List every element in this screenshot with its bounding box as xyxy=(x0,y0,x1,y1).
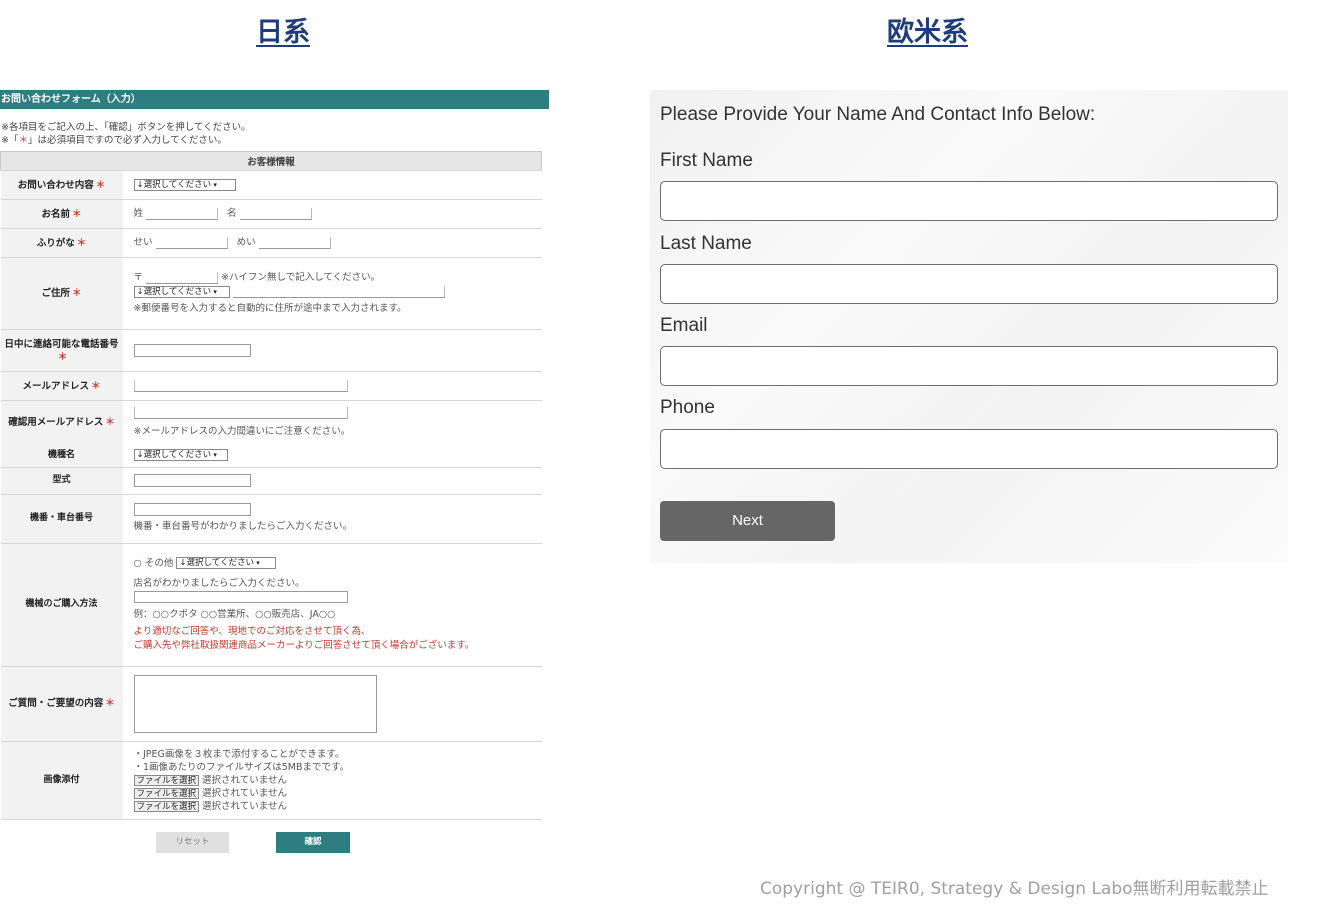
heading-japanese: 日系 xyxy=(256,17,310,48)
table-row: 機番・車台番号 機番・車台番号がわかりましたらご入力ください。 xyxy=(0,494,542,544)
purchase-notice-2: ご購入先や弊社取扱関連商品メーカーよりご回答させて頂く場合がございます。 xyxy=(133,639,475,651)
table-row: 日中に連絡可能な電話番号＊ xyxy=(0,329,542,372)
purchase-select[interactable]: ↓選択してください xyxy=(176,557,277,569)
image-note-1: ・JPEG画像を３枚まで添付することができます。 xyxy=(133,748,345,760)
last-name-input[interactable] xyxy=(660,264,1278,304)
phone-input[interactable] xyxy=(133,343,251,357)
heading-western: 欧米系 xyxy=(887,17,968,48)
table-row: ご質問・ご要望の内容＊ xyxy=(0,666,542,742)
west-intro: Please Provide Your Name And Contact Inf… xyxy=(660,104,1096,125)
table-row: お問い合わせ内容＊ ↓選択してください xyxy=(0,170,542,200)
inquiry-select[interactable]: ↓選択してください xyxy=(133,178,236,191)
model-type-input[interactable] xyxy=(133,473,251,487)
file-status-3: 選択されていません xyxy=(202,800,287,812)
serial-hint: 機番・車台番号がわかりましたらご入力ください。 xyxy=(133,521,353,532)
jp-note-1: ※各項目をご記入の上、「確認」ボタンを押してください。 xyxy=(1,122,251,133)
label-email-confirm: 確認用メールアドレス＊ xyxy=(0,400,123,445)
email-input[interactable] xyxy=(133,379,348,392)
kana-mei-label: めい xyxy=(236,237,256,248)
table-row: 型式 xyxy=(0,467,542,495)
label-inquiry: お問い合わせ内容＊ xyxy=(0,170,123,200)
next-button[interactable]: Next xyxy=(660,501,835,541)
store-name-input[interactable] xyxy=(133,591,348,603)
radio-icon[interactable]: ○ xyxy=(134,558,142,569)
table-row: 確認用メールアドレス＊ ※メールアドレスの入力間違いにご注意ください。 xyxy=(0,400,542,445)
file-select-button-3[interactable]: ファイルを選択 xyxy=(133,800,200,812)
phone-input-west[interactable] xyxy=(660,429,1278,469)
phone-label: Phone xyxy=(660,397,715,418)
label-phone: 日中に連絡可能な電話番号＊ xyxy=(0,329,123,372)
name-mei-label: 名 xyxy=(227,208,237,219)
question-textarea[interactable] xyxy=(133,674,377,733)
name-sei-label: 姓 xyxy=(133,208,144,219)
name-sei-input[interactable] xyxy=(146,207,219,220)
label-question: ご質問・ご要望の内容＊ xyxy=(0,666,123,742)
copyright-text: Copyright @ TEIR0, Strategy & Design Lab… xyxy=(760,879,1269,899)
table-row: ふりがな＊ せい めい xyxy=(0,228,542,258)
table-row: 画像添付 ・JPEG画像を３枚まで添付することができます。 ・1画像あたりのファ… xyxy=(0,741,542,820)
label-address: ご住所＊ xyxy=(0,257,123,330)
kana-sei-label: せい xyxy=(133,237,153,248)
first-name-input[interactable] xyxy=(660,181,1278,221)
file-status-1: 選択されていません xyxy=(202,774,287,786)
email-confirm-input[interactable] xyxy=(133,407,348,420)
jp-section-header: お客様情報 xyxy=(0,151,542,171)
table-row: お名前＊ 姓 名 xyxy=(0,199,542,229)
label-serial: 機番・車台番号 xyxy=(0,494,123,544)
label-model-name: 機種名 xyxy=(0,444,123,468)
confirm-button[interactable]: 確認 xyxy=(276,831,350,853)
first-name-label: First Name xyxy=(660,150,753,171)
file-select-button-1[interactable]: ファイルを選択 xyxy=(133,774,200,786)
prefecture-select[interactable]: ↓選択してください xyxy=(133,285,230,298)
file-select-button-2[interactable]: ファイルを選択 xyxy=(133,787,200,799)
jp-form-title: お問い合わせフォーム（入力） xyxy=(0,90,549,109)
jp-form-notes: ※各項目をご記入の上、「確認」ボタンを押してください。 ※「＊」は必須項目ですの… xyxy=(0,109,550,149)
purchase-notice-1: より適切なご回答や、現地でのご対応をさせて頂く為、 xyxy=(133,625,371,637)
table-row: 機械のご購入方法 ○ その他 ↓選択してください 店名がわかりましたらご入力くだ… xyxy=(0,543,542,667)
purchase-store-hint: 店名がわかりましたらご入力ください。 xyxy=(133,577,305,589)
label-purchase: 機械のご購入方法 xyxy=(0,543,123,667)
postal-input[interactable] xyxy=(146,271,219,284)
name-mei-input[interactable] xyxy=(239,207,312,220)
address-hint: ※郵便番号を入力すると自動的に住所が途中まで入力されます。 xyxy=(133,303,407,314)
jp-button-bar: リセット 確認 xyxy=(0,831,550,868)
serial-input[interactable] xyxy=(133,503,251,516)
kana-sei-input[interactable] xyxy=(155,236,228,249)
western-form: Please Provide Your Name And Contact Inf… xyxy=(650,90,1288,563)
email-hint: ※メールアドレスの入力間違いにご注意ください。 xyxy=(133,425,351,437)
table-row: 機種名 ↓選択してください xyxy=(0,444,542,468)
file-status-2: 選択されていません xyxy=(202,787,287,799)
jp-form-table: お客様情報 お問い合わせ内容＊ ↓選択してください お名前＊ 姓 名 ふりがな＊… xyxy=(0,151,542,820)
purchase-other-label: その他 xyxy=(144,557,174,569)
label-furigana: ふりがな＊ xyxy=(0,228,123,258)
postal-mark: 〒 xyxy=(133,272,144,283)
model-name-select[interactable]: ↓選択してください xyxy=(133,449,228,461)
last-name-label: Last Name xyxy=(660,233,752,254)
japanese-form: お問い合わせフォーム（入力） ※各項目をご記入の上、「確認」ボタンを押してくださ… xyxy=(0,90,550,868)
address-input[interactable] xyxy=(232,285,445,298)
label-email: メールアドレス＊ xyxy=(0,371,123,401)
postal-hint: ※ハイフン無しで記入してください。 xyxy=(221,272,381,283)
label-image: 画像添付 xyxy=(0,741,123,820)
email-label: Email xyxy=(660,315,708,336)
label-model-type: 型式 xyxy=(0,467,123,495)
label-name: お名前＊ xyxy=(0,199,123,229)
image-note-2: ・1画像あたりのファイルサイズは5MBまでです。 xyxy=(133,761,350,773)
table-row: ご住所＊ 〒 ※ハイフン無しで記入してください。 ↓選択してください ※郵便番号… xyxy=(0,257,542,330)
table-row: メールアドレス＊ xyxy=(0,371,542,401)
kana-mei-input[interactable] xyxy=(258,236,331,249)
reset-button[interactable]: リセット xyxy=(156,831,229,853)
purchase-example: 例：○○クボタ ○○営業所、○○販売店、JA○○ xyxy=(133,608,336,620)
email-input-west[interactable] xyxy=(660,346,1278,386)
jp-note-2: ※「＊」は必須項目ですので必ず入力してください。 xyxy=(1,135,227,146)
